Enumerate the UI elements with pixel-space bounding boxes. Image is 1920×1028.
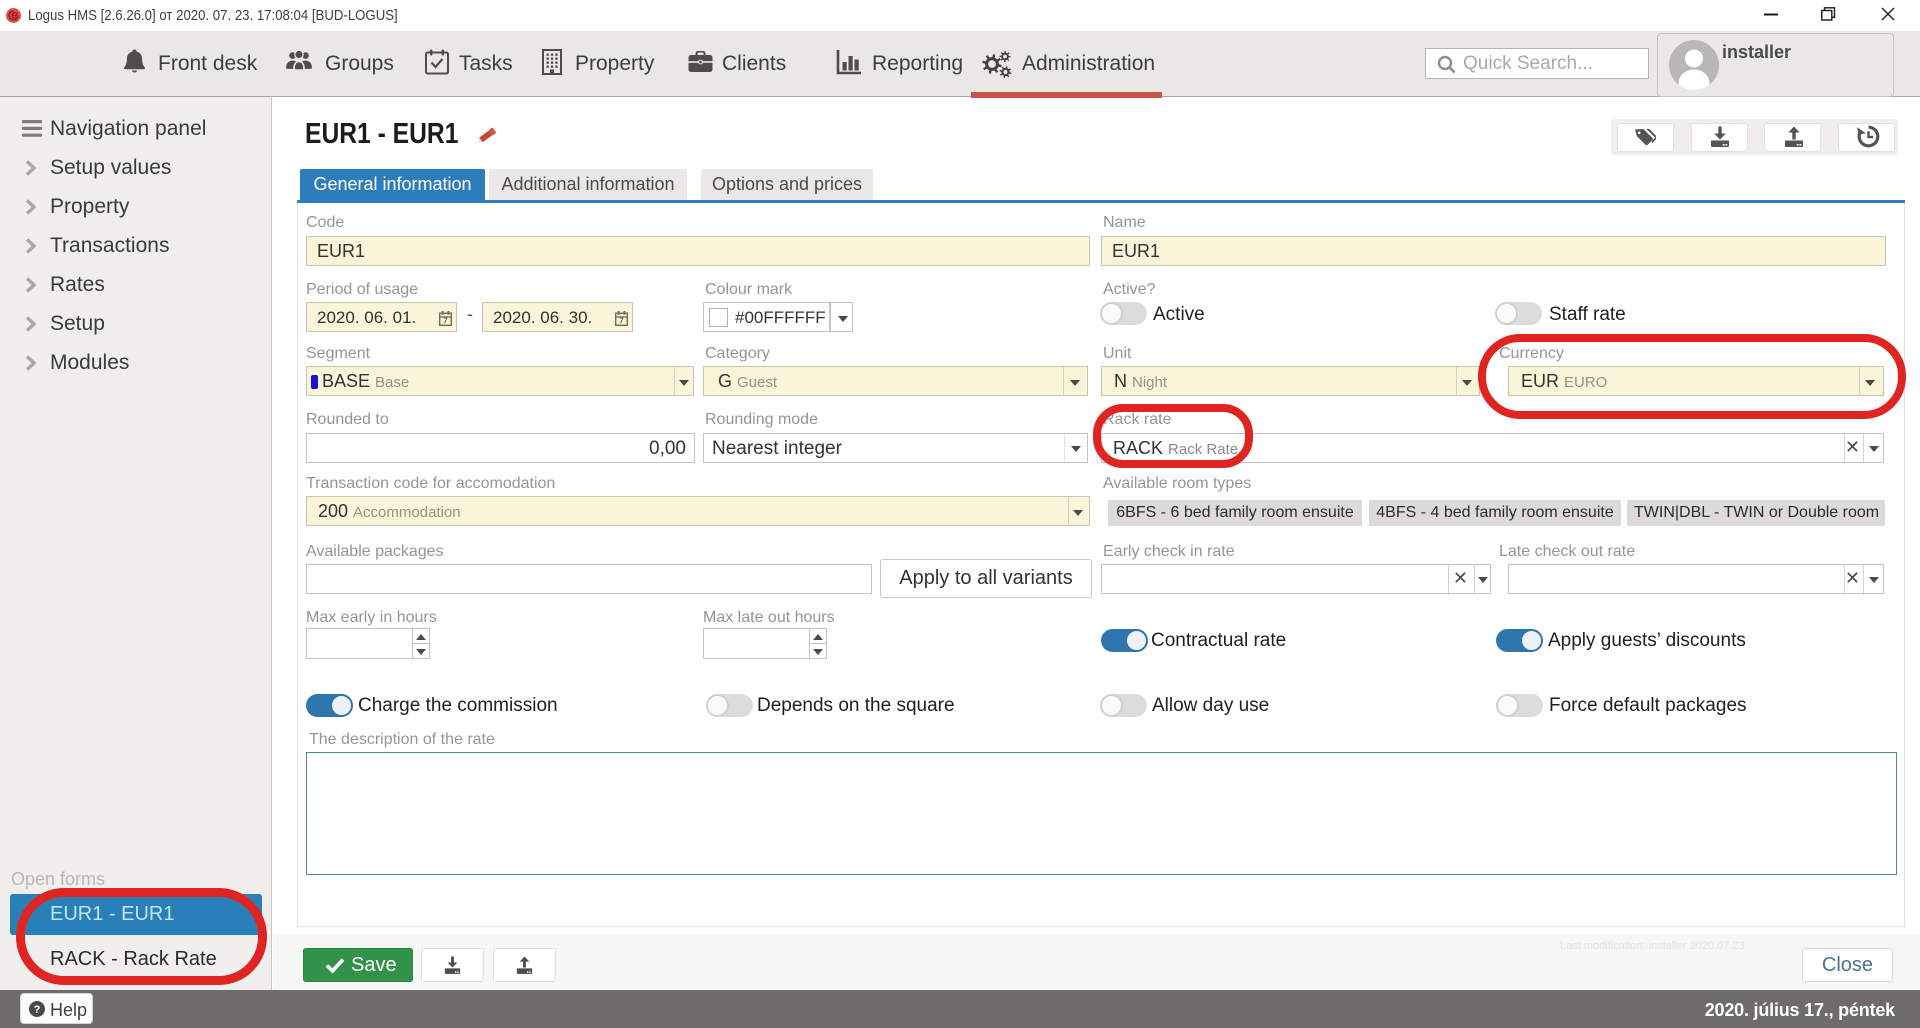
svg-text:?: ? [34,1004,41,1016]
